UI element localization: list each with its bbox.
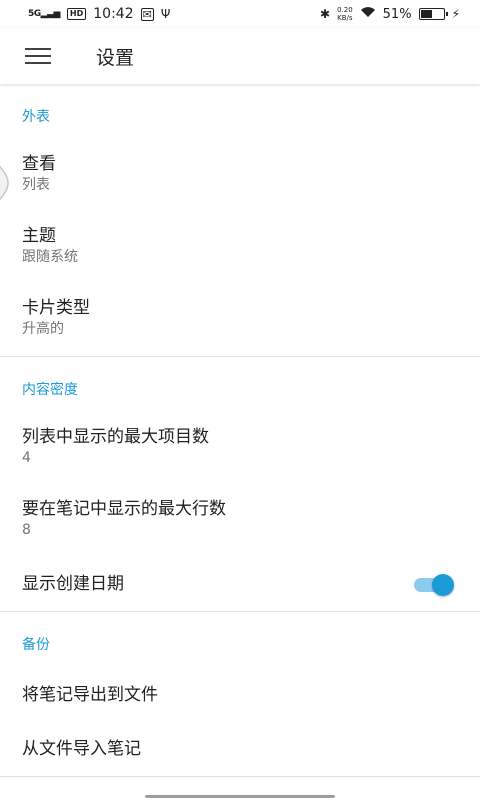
network-speed-unit: KB/s (337, 14, 353, 22)
toggle-thumb (432, 574, 454, 596)
network-speed: 0.20 KB/s (337, 6, 353, 22)
battery-icon (418, 8, 448, 20)
pref-view-summary: 列表 (22, 177, 50, 193)
category-appearance: 外表 (22, 109, 50, 125)
pref-import-notes[interactable]: 从文件导入笔记 (0, 722, 480, 776)
pref-export-notes-title: 将笔记导出到文件 (22, 685, 158, 705)
hd-badge: HD (66, 8, 87, 20)
notification-icon: ✉ (140, 7, 154, 21)
pref-max-list-items[interactable]: 列表中显示的最大项目数 4 (0, 413, 480, 485)
pref-card-type-title: 卡片类型 (22, 298, 90, 318)
bluetooth-icon: ✱ (320, 7, 331, 21)
home-indicator[interactable] (145, 795, 335, 798)
pref-show-date[interactable]: 显示创建日期 (0, 557, 480, 611)
pref-max-list-items-summary: 4 (22, 450, 31, 466)
pref-card-type-summary: 升高的 (22, 321, 64, 337)
pref-theme[interactable]: 主题 跟随系统 (0, 212, 480, 284)
settings-list[interactable]: 外表 查看 列表 主题 跟随系统 卡片类型 升高的 内容密度 列表中显示的最大项… (0, 84, 480, 800)
page-title: 设置 (96, 46, 135, 69)
usb-icon: Ψ (160, 7, 171, 21)
category-backup: 备份 (22, 637, 50, 653)
pref-import-notes-title: 从文件导入笔记 (22, 739, 141, 759)
app-toolbar: 设置 (0, 28, 480, 84)
pref-max-note-lines-summary: 8 (22, 522, 31, 538)
pref-view-title: 查看 (22, 154, 56, 174)
pref-show-date-title: 显示创建日期 (22, 574, 124, 594)
pref-theme-title: 主题 (22, 226, 56, 246)
status-time: 10:42 (93, 6, 134, 22)
category-content-density: 内容密度 (22, 382, 78, 398)
battery-percent: 51% (382, 6, 412, 22)
network-speed-value: 0.20 (337, 6, 353, 14)
edge-gesture-handle[interactable] (0, 148, 14, 218)
pref-max-note-lines-title: 要在笔记中显示的最大行数 (22, 499, 226, 519)
wifi-icon (360, 6, 376, 22)
battery-fill (420, 10, 432, 18)
status-bar: 5G▂▃▅ HD 10:42 ✉ Ψ ✱ 0.20 KB/s 51% ⚡ (0, 0, 480, 28)
pref-card-type[interactable]: 卡片类型 升高的 (0, 284, 480, 356)
pref-theme-summary: 跟随系统 (22, 249, 78, 265)
pref-export-notes[interactable]: 将笔记导出到文件 (0, 668, 480, 722)
pref-view[interactable]: 查看 列表 (0, 140, 480, 212)
signal-icon: 5G▂▃▅ (28, 9, 60, 19)
pref-max-note-lines[interactable]: 要在笔记中显示的最大行数 8 (0, 485, 480, 557)
hamburger-menu-icon[interactable] (14, 32, 62, 80)
charging-icon: ⚡ (451, 7, 460, 21)
status-bar-left: 5G▂▃▅ HD 10:42 ✉ Ψ (28, 6, 170, 22)
status-bar-right: ✱ 0.20 KB/s 51% ⚡ (320, 6, 460, 22)
signal-label: 5G (28, 9, 41, 19)
show-date-toggle[interactable] (412, 573, 454, 596)
pref-max-list-items-title: 列表中显示的最大项目数 (22, 427, 209, 447)
